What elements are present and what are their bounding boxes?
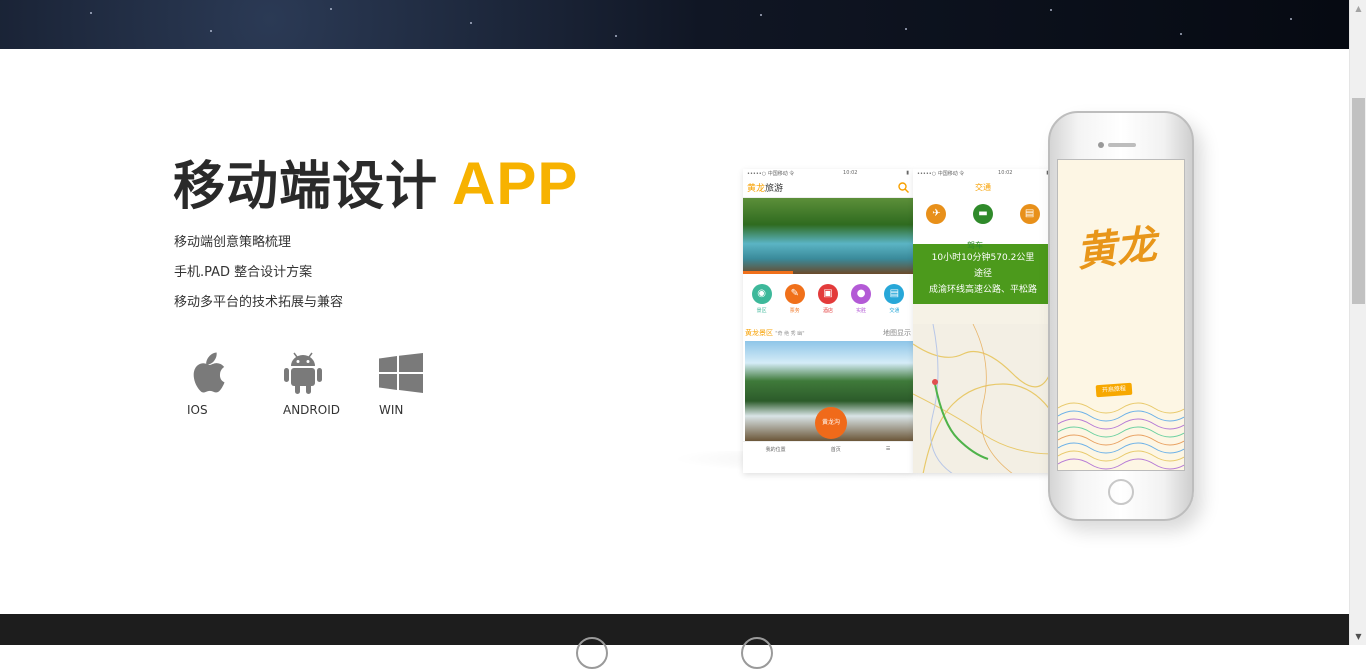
- scenic-subtitle: "奇 绝 秀 幽": [775, 331, 805, 337]
- camera-icon: ◉: [751, 284, 772, 304]
- transport-screen: •••••○ 中国移动 令 10:02 ▮ 交通 ✈ ▬ ▤ 驾车 10小时10…: [913, 169, 1053, 473]
- footer-location: 我的位置: [765, 447, 786, 453]
- windows-icon: [379, 353, 423, 393]
- plane-icon: ✈: [926, 204, 947, 224]
- footer-circle-icon[interactable]: [741, 637, 773, 669]
- status-bar: •••••○ 中国移动 令 10:02 ▮: [913, 169, 1053, 178]
- top-banner: [0, 0, 1349, 49]
- drive-label: 驾车: [967, 241, 983, 250]
- map-display-link: 地图显示: [883, 329, 911, 337]
- platform-label: IOS: [187, 403, 208, 417]
- start-journey-button: 开启旅程: [1095, 382, 1133, 398]
- feature-list: 移动端创意策略梳理 手机.PAD 整合设计方案 移动多平台的技术拓展与兼容: [174, 232, 343, 322]
- footer-home: 首页: [830, 447, 841, 453]
- platform-win: WIN: [379, 349, 475, 417]
- footer-menu: ☰: [885, 446, 891, 452]
- status-bar: •••••○ 中国移动 令 10:02 ▮: [747, 170, 909, 177]
- phone-home-button: [1108, 479, 1134, 505]
- category-transport: ▤ 交通: [884, 284, 905, 314]
- bus-icon: ▤: [1019, 204, 1040, 224]
- route-summary: 10小时10分钟570.2公里 途径 成渝环线高速公路、平松路: [913, 244, 1053, 304]
- bus-icon: ▤: [884, 284, 905, 304]
- search-icon: [898, 182, 909, 193]
- category-ticket: ✎ 票务: [784, 284, 805, 314]
- hotel-icon: ▣: [817, 284, 838, 304]
- title-accent: APP: [452, 150, 579, 217]
- category-scenic: ◉ 景区: [751, 284, 772, 314]
- platform-label: WIN: [379, 403, 404, 417]
- mobile-design-section: 移动端设计 APP 移动端创意策略梳理 手机.PAD 整合设计方案 移动多平台的技…: [0, 49, 1349, 614]
- title-text: 移动端设计: [173, 157, 439, 217]
- car-icon: ▬: [972, 204, 993, 224]
- platform-ios: IOS: [187, 349, 283, 417]
- scroll-down-arrow-icon[interactable]: ▼: [1350, 628, 1366, 645]
- banner-photo: [743, 198, 913, 274]
- section-title: 移动端设计 APP: [173, 144, 578, 219]
- status-time: 10:02: [843, 170, 858, 176]
- phone-speaker: [1108, 143, 1136, 147]
- pin-icon: ●: [851, 284, 872, 304]
- scenic-section-header: 黄龙景区 "奇 绝 秀 幽" 地图显示: [743, 318, 913, 341]
- route-map: [913, 324, 1053, 473]
- transport-header: 交通: [913, 178, 1053, 198]
- feature-item: 移动多平台的技术拓展与兼容: [174, 295, 344, 310]
- feature-item: 手机.PAD 整合设计方案: [174, 265, 313, 280]
- feature-item: 移动端创意策略梳理: [174, 235, 292, 250]
- footer-bar: [0, 614, 1349, 669]
- scenic-photo: 黄龙沟: [745, 341, 913, 441]
- phone-camera: [1098, 142, 1104, 148]
- transport-modes: ✈ ▬ ▤: [913, 198, 1053, 244]
- status-carrier: •••••○ 中国移动 令: [747, 171, 795, 177]
- app-title-rest: 旅游: [765, 184, 784, 194]
- scenic-title: 黄龙景区: [745, 329, 773, 337]
- travel-app-screen: •••••○ 中国移动 令 10:02 ▮ 黄龙旅游 ◉ 景区 ✎ 票务 ▣ 酒店 ●…: [743, 169, 913, 473]
- app-title-accent: 黄龙: [747, 184, 766, 194]
- scroll-thumb[interactable]: [1352, 98, 1365, 304]
- platform-list: IOS ANDROID WIN: [187, 349, 475, 417]
- apple-icon: [193, 352, 225, 393]
- wave-pattern: [1058, 402, 1184, 470]
- platform-label: ANDROID: [283, 403, 340, 417]
- category-location: ● 实胜: [851, 284, 872, 314]
- footer-circle-icon[interactable]: [576, 637, 608, 669]
- vertical-scrollbar[interactable]: ▲ ▼: [1349, 0, 1366, 645]
- category-icons: ◉ 景区 ✎ 票务 ▣ 酒店 ● 实胜 ▤ 交通: [743, 274, 913, 318]
- splash-screen: 黄龙 开启旅程: [1057, 159, 1185, 471]
- app-mockup-image: •••••○ 中国移动 令 10:02 ▮ 黄龙旅游 ◉ 景区 ✎ 票务 ▣ 酒店 ●…: [670, 111, 1230, 571]
- huanglong-logo: 黄龙: [1074, 220, 1159, 277]
- smartphone-mockup: 黄龙 开启旅程: [1048, 111, 1194, 521]
- platform-android: ANDROID: [283, 349, 379, 417]
- ticket-icon: ✎: [784, 284, 805, 304]
- android-icon: [284, 352, 322, 394]
- scenic-pin: 黄龙沟: [815, 407, 847, 439]
- scroll-up-arrow-icon[interactable]: ▲: [1350, 0, 1366, 17]
- app-header: 黄龙旅游: [743, 178, 913, 198]
- category-hotel: ▣ 酒店: [817, 284, 838, 314]
- app-footer: 我的位置 首页 ☰: [743, 441, 913, 457]
